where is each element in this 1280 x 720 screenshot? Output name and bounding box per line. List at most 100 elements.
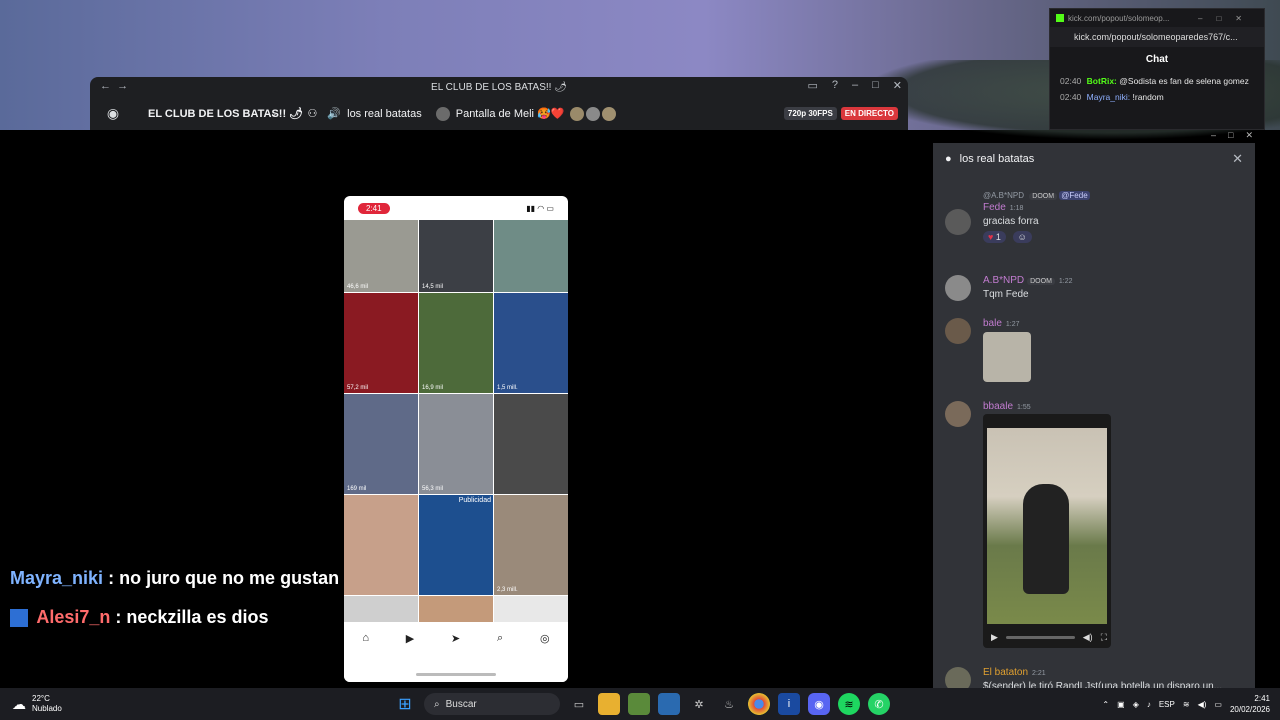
- message-user[interactable]: bale: [983, 318, 1002, 329]
- video-thumbnail[interactable]: 14,5 mil: [419, 220, 493, 292]
- video-thumbnail[interactable]: 169 mil: [344, 394, 418, 494]
- avatar[interactable]: [945, 209, 971, 235]
- wifi-icon[interactable]: ≋: [1183, 700, 1190, 709]
- discord-titlebar[interactable]: ← → EL CLUB DE LOS BATAS!! 🌶 ▭ ? – □ ✕: [90, 77, 908, 97]
- add-reaction-icon[interactable]: ☺: [1012, 231, 1032, 243]
- message-text: @Sodista es fan de selena gomez: [1119, 76, 1249, 86]
- kick-titlebar[interactable]: kick.com/popout/solomeop... –□✕: [1050, 9, 1264, 27]
- server-name[interactable]: EL CLUB DE LOS BATAS!! 🌶: [136, 107, 314, 120]
- chat-message: A.B*NPD DOOM 1:22 Tqm Fede: [945, 275, 1245, 301]
- live-badge: EN DIRECTO: [840, 107, 898, 120]
- attachment-image[interactable]: [983, 332, 1031, 382]
- avatar: [602, 106, 617, 121]
- clock[interactable]: 2:41 20/02/2026: [1230, 693, 1270, 715]
- message-user[interactable]: A.B*NPD: [983, 275, 1024, 286]
- video-thumbnail[interactable]: 16,9 mil: [419, 293, 493, 393]
- reply-preview[interactable]: @A.B*NPD DOOM @Fede: [983, 191, 1245, 200]
- windows-start-icon[interactable]: ⊞: [394, 693, 416, 715]
- video-thumbnail[interactable]: [494, 220, 568, 292]
- message-user[interactable]: bbaale: [983, 401, 1013, 412]
- search-box[interactable]: ⌕ Buscar: [424, 693, 560, 715]
- tray-app-icon[interactable]: ▣: [1117, 700, 1125, 709]
- inbox-icon[interactable]: ▭: [807, 79, 817, 92]
- chevron-up-icon[interactable]: ⌃: [1102, 700, 1109, 709]
- view-count: 57,2 mil: [347, 385, 369, 391]
- video-thumbnail[interactable]: 56,3 mil: [419, 394, 493, 494]
- fullscreen-icon[interactable]: ⛶: [1101, 632, 1107, 643]
- chrome-icon[interactable]: [748, 693, 770, 715]
- overlay-chat-text: : no juro que no me gustan: [108, 568, 340, 588]
- weather-temp: 22°C: [32, 694, 50, 703]
- panel-header: ● los real batatas ✕: [933, 143, 1255, 175]
- panel-window-controls[interactable]: – □ ✕: [1211, 130, 1253, 141]
- message-user[interactable]: El bataton: [983, 667, 1028, 678]
- avatar[interactable]: [945, 318, 971, 344]
- taskbar: ☁ 22°C Nublado ⊞ ⌕ Buscar ▭ ✲ ♨ i ◉ ≋ ✆ ⌃ …: [0, 688, 1280, 720]
- stream-view[interactable]: 2:41 ▮▮ ◠ ▭ 46,6 mil 14,5 mil 57,2 mil 16,9…: [0, 130, 930, 688]
- close-icon[interactable]: ✕: [1232, 151, 1243, 167]
- video-thumbnail[interactable]: 57,2 mil: [344, 293, 418, 393]
- video-thumbnail[interactable]: 2,3 mill.: [494, 495, 568, 595]
- weather-condition: Nublado: [32, 704, 62, 713]
- steam-icon[interactable]: ♨: [718, 693, 740, 715]
- chevron-down-icon[interactable]: ⌄: [270, 108, 278, 119]
- minimize-button[interactable]: –: [852, 79, 858, 92]
- voice-channel[interactable]: 🔊 los real batatas: [327, 107, 421, 121]
- add-friend-icon[interactable]: ⚇: [308, 107, 318, 120]
- info-app-icon[interactable]: i: [778, 693, 800, 715]
- stream-info[interactable]: Pantalla de Meli 🥵❤️: [435, 106, 617, 121]
- app-icon[interactable]: [658, 693, 680, 715]
- message-time: 1:22: [1058, 278, 1073, 285]
- tray-app-icon[interactable]: ◈: [1133, 700, 1139, 709]
- message-user[interactable]: BotRix:: [1087, 76, 1117, 86]
- task-view-icon[interactable]: ▭: [568, 693, 590, 715]
- view-count: 14,5 mil: [422, 284, 444, 290]
- discord-logo-icon[interactable]: ◉: [90, 105, 136, 122]
- window-title: EL CLUB DE LOS BATAS!! 🌶: [431, 81, 567, 93]
- signal-icons: ▮▮ ◠ ▭: [526, 203, 554, 213]
- search-placeholder: Buscar: [445, 698, 477, 710]
- mention[interactable]: @Fede: [1059, 191, 1090, 200]
- home-icon[interactable]: ⌂: [362, 632, 369, 682]
- reels-icon[interactable]: ▶: [406, 632, 414, 682]
- video-thumbnail[interactable]: 46,6 mil: [344, 220, 418, 292]
- video-controls[interactable]: ▶ ◀) ⛶: [987, 630, 1107, 644]
- weather-widget[interactable]: ☁ 22°C Nublado: [0, 694, 380, 714]
- maximize-button[interactable]: □: [872, 79, 879, 92]
- discord-icon[interactable]: ◉: [808, 693, 830, 715]
- whatsapp-icon[interactable]: ✆: [868, 693, 890, 715]
- profile-icon[interactable]: ◎: [540, 632, 550, 682]
- progress-bar[interactable]: [1005, 635, 1075, 639]
- language-indicator[interactable]: ESP: [1159, 700, 1175, 709]
- battery-icon[interactable]: ▭: [1214, 700, 1222, 709]
- video-thumbnail[interactable]: 1,5 mill.: [494, 293, 568, 393]
- heart-icon: ♥: [988, 232, 994, 242]
- window-controls[interactable]: –□✕: [1198, 14, 1256, 23]
- file-explorer-icon[interactable]: [598, 693, 620, 715]
- video-thumbnail[interactable]: [344, 495, 418, 595]
- video-thumbnail[interactable]: Publicidad: [419, 495, 493, 595]
- phone-clock: 2:41: [358, 202, 390, 214]
- video-attachment[interactable]: ▶ ◀) ⛶: [983, 414, 1111, 648]
- close-button[interactable]: ✕: [893, 79, 902, 92]
- help-icon[interactable]: ?: [832, 79, 838, 92]
- spotify-icon[interactable]: ≋: [838, 693, 860, 715]
- message-text: !random: [1132, 92, 1164, 102]
- message-user[interactable]: Mayra_niki:: [1087, 92, 1130, 102]
- play-icon[interactable]: ▶: [991, 632, 998, 643]
- app-icon[interactable]: ✲: [688, 693, 710, 715]
- avatar[interactable]: [945, 401, 971, 427]
- volume-icon[interactable]: ◀): [1083, 632, 1093, 643]
- kick-address-bar[interactable]: kick.com/popout/solomeoparedes767/c...: [1050, 27, 1264, 47]
- reaction-heart[interactable]: ♥ 1: [983, 231, 1006, 243]
- back-forward-icons[interactable]: ← →: [100, 80, 128, 92]
- discord-server-header: ◉ EL CLUB DE LOS BATAS!! 🌶 ⌄ ⚇ 🔊 los rea…: [90, 97, 908, 130]
- volume-icon[interactable]: ◀): [1198, 700, 1207, 709]
- message-user[interactable]: Fede: [983, 202, 1006, 213]
- view-count: 1,5 mill.: [497, 385, 518, 391]
- avatar[interactable]: [945, 275, 971, 301]
- minecraft-icon[interactable]: [628, 693, 650, 715]
- search-icon[interactable]: ⌕: [497, 632, 503, 682]
- video-thumbnail[interactable]: [494, 394, 568, 494]
- microphone-icon[interactable]: ♪: [1147, 700, 1151, 709]
